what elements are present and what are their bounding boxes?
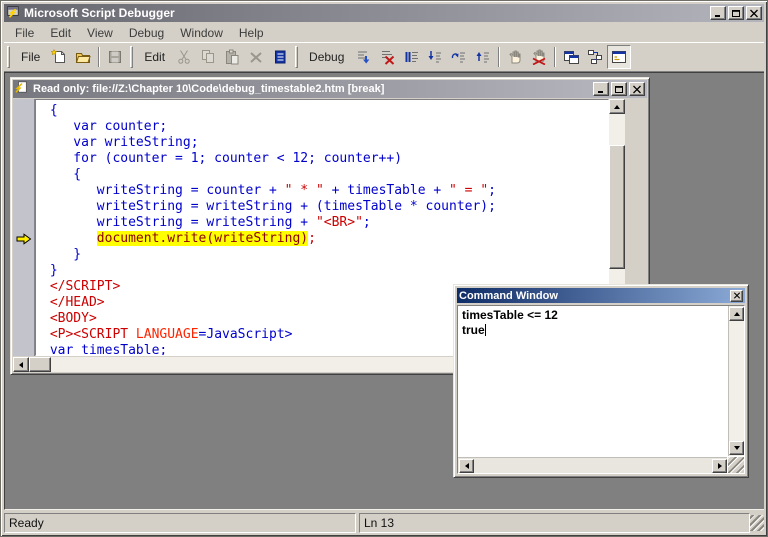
- code-line: var writeString;: [42, 135, 608, 151]
- toolbar-separator: [498, 47, 500, 67]
- file-menu-button[interactable]: File: [14, 45, 47, 69]
- paste-icon[interactable]: [220, 45, 244, 69]
- scroll-right-button[interactable]: [712, 459, 727, 473]
- vertical-scroll-thumb[interactable]: [609, 145, 625, 269]
- step-over-icon[interactable]: [447, 45, 471, 69]
- code-line: writeString = writeString + (timesTable …: [42, 199, 608, 215]
- status-bar: Ready Ln 13: [4, 511, 764, 533]
- breakpoint-gutter[interactable]: [13, 99, 35, 356]
- resize-grip[interactable]: [728, 457, 744, 473]
- document-list-icon[interactable]: [268, 45, 292, 69]
- menu-file[interactable]: File: [7, 24, 42, 42]
- command-window-titlebar[interactable]: Command Window: [457, 288, 745, 303]
- menu-bar: File Edit View Debug Window Help: [4, 23, 764, 42]
- current-line-arrow: [16, 232, 32, 244]
- editor-maximize-button[interactable]: [611, 82, 627, 96]
- edit-menu-button[interactable]: Edit: [137, 45, 172, 69]
- scroll-left-button[interactable]: [459, 459, 474, 473]
- debug-menu-button[interactable]: Debug: [302, 45, 351, 69]
- step-into-icon[interactable]: [423, 45, 447, 69]
- delete-icon[interactable]: [244, 45, 268, 69]
- toolbar-separator: [554, 47, 556, 67]
- document-icon: [15, 80, 29, 99]
- command-vertical-scrollbar[interactable]: [728, 306, 744, 456]
- toggle-breakpoint-icon[interactable]: [503, 45, 527, 69]
- maximize-button[interactable]: [728, 6, 744, 20]
- main-window: Microsoft Script Debugger File Edit View…: [0, 0, 768, 537]
- toolbar-grip[interactable]: [130, 46, 133, 68]
- command-window: Command Window timesTable <= 12true: [453, 284, 749, 478]
- toolbar-grip[interactable]: [295, 46, 298, 68]
- editor-title: Read only: file://Z:\Chapter 10\Code\deb…: [33, 83, 593, 95]
- scroll-up-button[interactable]: [729, 307, 744, 321]
- step-out-icon[interactable]: [471, 45, 495, 69]
- menu-edit[interactable]: Edit: [42, 24, 79, 42]
- copy-icon[interactable]: [196, 45, 220, 69]
- code-line: var counter;: [42, 119, 608, 135]
- minimize-button[interactable]: [710, 6, 726, 20]
- status-message: Ready: [4, 513, 356, 533]
- close-button[interactable]: [746, 6, 762, 20]
- menu-window[interactable]: Window: [172, 24, 231, 42]
- code-line: writeString = writeString + "<BR>";: [42, 215, 608, 231]
- window-resize-grip[interactable]: [750, 515, 764, 531]
- line-indicator: Ln 13: [359, 513, 750, 533]
- command-window-title: Command Window: [459, 290, 730, 302]
- code-line: writeString = counter + " * " + timesTab…: [42, 183, 608, 199]
- code-line: {: [42, 167, 608, 183]
- editor-minimize-button[interactable]: [593, 82, 609, 96]
- text-caret: [485, 324, 486, 336]
- scroll-up-button[interactable]: [609, 99, 625, 114]
- code-line: document.write(writeString);: [42, 231, 608, 247]
- cut-icon[interactable]: [172, 45, 196, 69]
- menu-view[interactable]: View: [79, 24, 121, 42]
- horizontal-scroll-thumb[interactable]: [29, 357, 51, 372]
- command-window-close-button[interactable]: [730, 290, 743, 302]
- menu-help[interactable]: Help: [231, 24, 272, 42]
- command-horizontal-scrollbar[interactable]: [458, 457, 727, 473]
- clear-breakpoints-icon[interactable]: [527, 45, 551, 69]
- command-input-area[interactable]: timesTable <= 12true: [457, 305, 745, 474]
- code-line: }: [42, 247, 608, 263]
- code-line: }: [42, 263, 608, 279]
- toolbar: File Edit Debug: [4, 42, 764, 72]
- editor-close-button[interactable]: [629, 82, 645, 96]
- mdi-area: Read only: file://Z:\Chapter 10\Code\deb…: [4, 72, 764, 510]
- window-title: Microsoft Script Debugger: [24, 6, 710, 20]
- scroll-left-button[interactable]: [13, 357, 29, 372]
- main-titlebar: Microsoft Script Debugger: [4, 4, 764, 22]
- toolbar-separator: [98, 47, 100, 67]
- command-line: timesTable <= 12: [462, 308, 723, 323]
- toolbar-grip[interactable]: [7, 46, 10, 68]
- running-documents-icon[interactable]: [559, 45, 583, 69]
- run-icon[interactable]: [351, 45, 375, 69]
- code-line: for (counter = 1; counter < 12; counter+…: [42, 151, 608, 167]
- command-output[interactable]: timesTable <= 12true: [458, 306, 727, 456]
- scroll-down-button[interactable]: [729, 441, 744, 455]
- command-window-icon[interactable]: [607, 45, 631, 69]
- open-folder-icon[interactable]: [71, 45, 95, 69]
- code-line: {: [42, 103, 608, 119]
- menu-debug[interactable]: Debug: [121, 24, 172, 42]
- command-line: true: [462, 323, 723, 338]
- editor-titlebar: Read only: file://Z:\Chapter 10\Code\deb…: [13, 80, 647, 98]
- new-document-icon[interactable]: [47, 45, 71, 69]
- stop-debugging-icon[interactable]: [375, 45, 399, 69]
- app-icon: [6, 4, 20, 23]
- call-stack-icon[interactable]: [583, 45, 607, 69]
- break-icon[interactable]: [399, 45, 423, 69]
- save-icon[interactable]: [103, 45, 127, 69]
